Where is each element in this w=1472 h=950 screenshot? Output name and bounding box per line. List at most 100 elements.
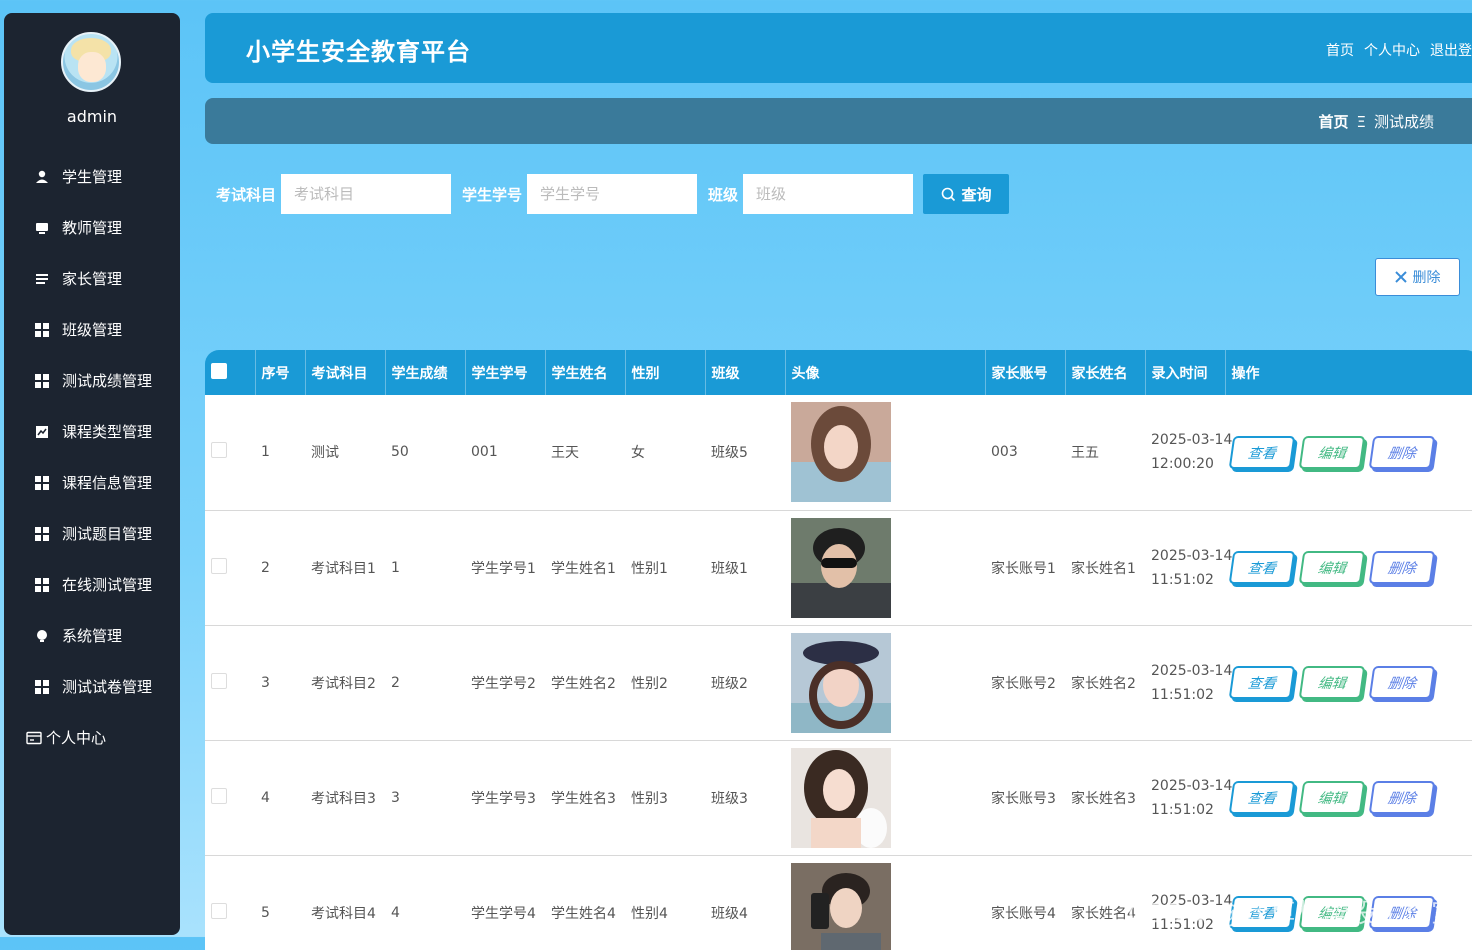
user-icon [34, 169, 50, 185]
cell-date: 2025-03-14 [1151, 774, 1219, 798]
row-checkbox[interactable] [211, 442, 227, 458]
row-checkbox[interactable] [211, 558, 227, 574]
sidebar-item-system[interactable]: 系统管理 [4, 610, 180, 661]
delete-button[interactable]: 删除 [1369, 436, 1436, 469]
sidebar-item-online-test[interactable]: 在线测试管理 [4, 559, 180, 610]
col-header: 录入时间 [1145, 350, 1225, 395]
sidebar-item-label: 测试试卷管理 [62, 676, 152, 697]
sidebar-item-label: 系统管理 [62, 625, 122, 646]
col-header: 家长账号 [985, 350, 1065, 395]
cell-student-no: 001 [465, 395, 545, 510]
site-title: 小学生安全教育平台 [246, 32, 471, 67]
cell-clock: 11:51:02 [1151, 568, 1219, 592]
bulk-delete-label: 删除 [1413, 267, 1441, 287]
sidebar-item-label: 班级管理 [62, 319, 122, 340]
grid-icon [34, 475, 50, 491]
card-icon [26, 730, 42, 746]
cell-student-name: 学生姓名2 [545, 625, 625, 740]
breadcrumb-current: 测试成绩 [1374, 111, 1434, 132]
sidebar-item-teacher[interactable]: 教师管理 [4, 202, 180, 253]
class-input[interactable] [743, 174, 913, 214]
cell-no: 3 [255, 625, 305, 740]
sidebar-item-label: 学生管理 [62, 166, 122, 187]
score-table: 序号 考试科目 学生成绩 学生学号 学生姓名 性别 班级 头像 家长账号 家长姓… [205, 350, 1472, 950]
col-header: 操作 [1225, 350, 1472, 395]
header-link-logout[interactable]: 退出登 [1430, 40, 1472, 60]
grid-icon [34, 577, 50, 593]
cell-student-name: 学生姓名4 [545, 855, 625, 950]
delete-button[interactable]: 删除 [1369, 551, 1436, 584]
sidebar-item-course-type[interactable]: 课程类型管理 [4, 406, 180, 457]
cell-score: 3 [385, 740, 465, 855]
select-all-checkbox[interactable] [211, 363, 227, 379]
cell-gender: 性别3 [625, 740, 705, 855]
cell-parent-account: 家长账号4 [985, 855, 1065, 950]
cell-class: 班级5 [705, 395, 785, 510]
sidebar-item-student[interactable]: 学生管理 [4, 151, 180, 202]
row-checkbox[interactable] [211, 788, 227, 804]
cell-clock: 11:51:02 [1151, 798, 1219, 822]
view-button[interactable]: 查看 [1229, 666, 1296, 699]
sidebar-item-class[interactable]: 班级管理 [4, 304, 180, 355]
sidebar-item-course-info[interactable]: 课程信息管理 [4, 457, 180, 508]
sidebar-item-parent[interactable]: 家长管理 [4, 253, 180, 304]
student-photo [791, 748, 891, 848]
col-header: 班级 [705, 350, 785, 395]
cell-clock: 11:51:02 [1151, 683, 1219, 707]
edit-button[interactable]: 编辑 [1299, 781, 1366, 814]
cell-student-no: 学生学号1 [465, 510, 545, 625]
header-link-profile[interactable]: 个人中心 [1364, 40, 1420, 60]
cell-student-name: 学生姓名3 [545, 740, 625, 855]
student-photo [791, 402, 891, 502]
class-label: 班级 [697, 184, 743, 205]
breadcrumb-bar: 首页 Ξ 测试成绩 [205, 98, 1472, 144]
col-header: 头像 [785, 350, 985, 395]
edit-button[interactable]: 编辑 [1299, 666, 1366, 699]
sidebar-item-score[interactable]: 测试成绩管理 [4, 355, 180, 406]
avatar[interactable] [61, 32, 121, 92]
cell-parent-name: 家长姓名3 [1065, 740, 1145, 855]
query-button[interactable]: 查询 [923, 174, 1009, 214]
sidebar-item-profile[interactable]: 个人中心 [4, 712, 180, 763]
delete-button[interactable]: 删除 [1369, 666, 1436, 699]
row-checkbox[interactable] [211, 673, 227, 689]
cell-gender: 性别4 [625, 855, 705, 950]
student-photo [791, 518, 891, 618]
edit-button[interactable]: 编辑 [1299, 436, 1366, 469]
breadcrumb-home[interactable]: 首页 [1318, 111, 1348, 132]
row-checkbox[interactable] [211, 903, 227, 919]
cell-score: 4 [385, 855, 465, 950]
cell-time: 2025-03-1412:00:20 [1145, 395, 1225, 510]
sidebar-item-label: 个人中心 [46, 727, 106, 748]
view-button[interactable]: 查看 [1229, 781, 1296, 814]
bulk-delete-button[interactable]: 删除 [1375, 258, 1460, 296]
chart-icon [34, 424, 50, 440]
student-no-input[interactable] [527, 174, 697, 214]
cell-subject: 考试科目3 [305, 740, 385, 855]
view-button[interactable]: 查看 [1229, 551, 1296, 584]
search-icon [941, 187, 956, 202]
sidebar-item-questions[interactable]: 测试题目管理 [4, 508, 180, 559]
sidebar-item-exam-paper[interactable]: 测试试卷管理 [4, 661, 180, 712]
header-link-home[interactable]: 首页 [1326, 40, 1354, 60]
cell-date: 2025-03-14 [1151, 544, 1219, 568]
delete-button[interactable]: 删除 [1369, 781, 1436, 814]
cell-parent-account: 家长账号2 [985, 625, 1065, 740]
cell-parent-name: 家长姓名2 [1065, 625, 1145, 740]
cell-student-name: 王天 [545, 395, 625, 510]
subject-input[interactable] [281, 174, 451, 214]
cell-parent-account: 家长账号1 [985, 510, 1065, 625]
cell-time: 2025-03-1411:51:02 [1145, 625, 1225, 740]
cell-no: 5 [255, 855, 305, 950]
cell-gender: 女 [625, 395, 705, 510]
breadcrumb: 首页 Ξ 测试成绩 [1318, 111, 1434, 132]
edit-button[interactable]: 编辑 [1299, 551, 1366, 584]
view-button[interactable]: 查看 [1229, 436, 1296, 469]
header-links: 首页 个人中心 退出登 [1326, 40, 1472, 60]
cell-no: 4 [255, 740, 305, 855]
student-no-label: 学生学号 [451, 184, 527, 205]
cell-clock: 12:00:20 [1151, 452, 1219, 476]
col-header: 学生成绩 [385, 350, 465, 395]
subject-label: 考试科目 [205, 184, 281, 205]
cell-subject: 考试科目2 [305, 625, 385, 740]
